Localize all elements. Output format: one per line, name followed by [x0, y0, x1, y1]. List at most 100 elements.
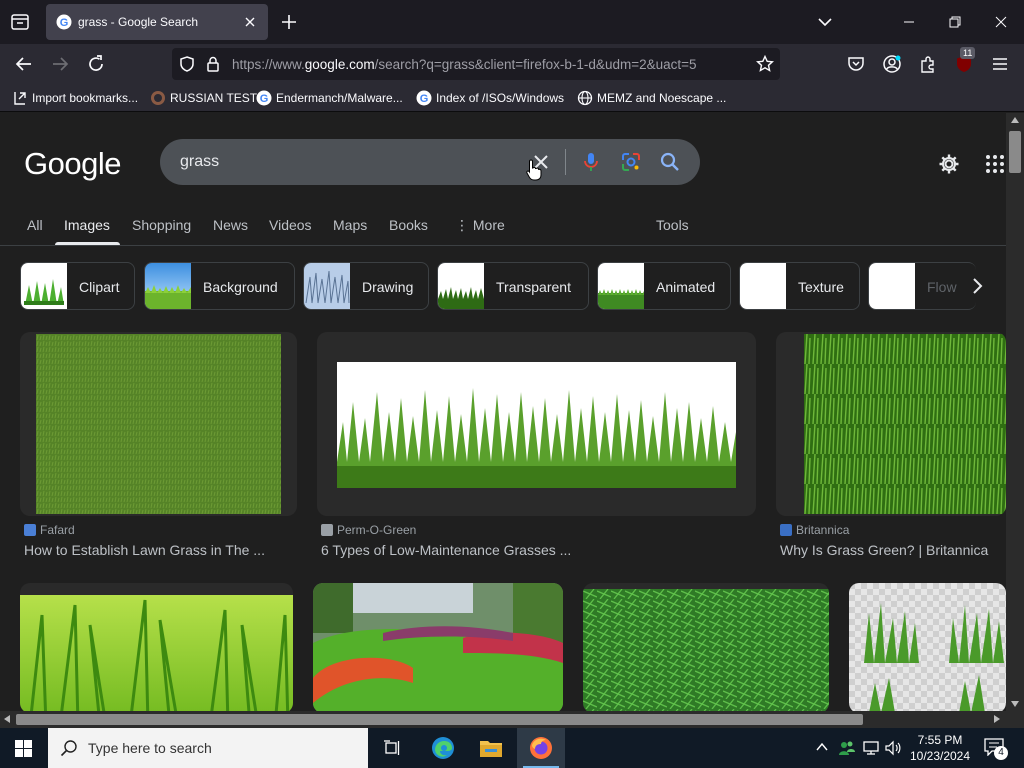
windows-taskbar: Type here to search 7:55 PM 10/23/2024 4 — [0, 728, 1024, 768]
scroll-left-arrow-icon[interactable] — [4, 715, 10, 723]
menu-hamburger-icon[interactable] — [990, 54, 1010, 74]
forward-arrow-icon[interactable] — [50, 54, 70, 74]
active-tab-indicator — [55, 242, 120, 245]
chevron-right-icon[interactable] — [965, 274, 989, 298]
reload-icon[interactable] — [86, 54, 106, 74]
horizontal-scroll-thumb[interactable] — [16, 714, 863, 725]
taskbar-edge[interactable] — [419, 728, 467, 768]
hand-cursor-icon — [526, 159, 542, 181]
close-tab-icon[interactable] — [242, 14, 258, 30]
search-box[interactable]: grass — [160, 139, 700, 185]
web-page: Google grass All Images Shopping News Vi… — [0, 113, 1006, 711]
task-view-button[interactable] — [368, 728, 416, 768]
extensions-icon[interactable] — [918, 54, 938, 74]
ublock-icon[interactable]: 11 — [954, 47, 976, 74]
chip-flower[interactable]: Flow — [868, 262, 976, 310]
search-input[interactable]: grass — [180, 153, 219, 171]
result-source: Britannica — [780, 523, 849, 537]
vertical-scroll-thumb[interactable] — [1009, 131, 1021, 173]
bookmark-import[interactable]: Import bookmarks... — [12, 90, 138, 106]
tab-more[interactable]: ⋮ More — [455, 217, 505, 234]
new-tab-icon[interactable] — [280, 13, 298, 31]
google-lens-icon[interactable] — [620, 151, 642, 173]
search-icon[interactable] — [659, 151, 681, 173]
tab-title: grass - Google Search — [78, 15, 199, 29]
chevron-down-icon[interactable] — [817, 14, 833, 30]
microphone-icon[interactable] — [580, 151, 602, 173]
apps-grid-icon[interactable] — [984, 153, 1006, 175]
bookmark-star-icon[interactable] — [755, 54, 775, 78]
result-source: Fafard — [24, 523, 75, 537]
extension-badge: 11 — [960, 47, 976, 59]
result-title[interactable]: How to Establish Lawn Grass in The ... — [24, 542, 265, 558]
svg-text:G: G — [260, 93, 269, 105]
result-title[interactable]: Why Is Grass Green? | Britannica — [780, 542, 988, 558]
search-tabs: All Images Shopping News Videos Maps Boo… — [0, 213, 1006, 246]
close-window-button[interactable] — [978, 0, 1024, 44]
taskbar-search-box[interactable]: Type here to search — [48, 728, 368, 768]
restore-button[interactable] — [932, 0, 978, 44]
clipart-thumbnail — [21, 263, 67, 309]
tab-books[interactable]: Books — [389, 217, 428, 233]
people-icon[interactable] — [838, 739, 856, 757]
bookmark-isos[interactable]: G Index of /ISOs/Windows — [416, 90, 564, 106]
pocket-icon[interactable] — [846, 54, 866, 74]
grass-texture-image — [583, 589, 829, 711]
bookmark-endermanch[interactable]: G Endermanch/Malware... — [256, 90, 403, 106]
result-title[interactable]: 6 Types of Low-Maintenance Grasses ... — [321, 542, 571, 558]
drawing-thumbnail — [304, 263, 350, 309]
clock-time: 7:55 PM — [917, 733, 963, 747]
task-view-icon — [384, 740, 400, 755]
network-icon[interactable] — [862, 740, 880, 756]
browser-tab-active[interactable]: G grass - Google Search — [46, 4, 268, 40]
horizontal-scrollbar[interactable] — [0, 711, 1006, 728]
chip-animated[interactable]: Animated — [597, 262, 731, 310]
tab-shopping[interactable]: Shopping — [132, 217, 191, 233]
grass-clumps-image — [849, 583, 1006, 711]
tab-maps[interactable]: Maps — [333, 217, 367, 233]
svg-text:G: G — [420, 93, 429, 105]
tab-news[interactable]: News — [213, 217, 248, 233]
chip-texture[interactable]: Texture — [739, 262, 860, 310]
account-icon[interactable] — [882, 54, 902, 74]
tab-all[interactable]: All — [27, 217, 43, 233]
scroll-down-arrow-icon[interactable] — [1011, 701, 1019, 707]
minimize-button[interactable] — [886, 0, 932, 44]
volume-icon[interactable] — [884, 740, 902, 756]
refinement-chips: Clipart Background Drawing Transparent A… — [20, 262, 1006, 310]
flower-thumbnail — [869, 263, 915, 309]
tab-videos[interactable]: Videos — [269, 217, 312, 233]
firefox-view-icon[interactable] — [8, 10, 32, 34]
lock-icon[interactable] — [205, 55, 221, 78]
taskbar-firefox[interactable] — [517, 728, 565, 768]
taskbar-clock[interactable]: 7:55 PM 10/23/2024 — [905, 732, 975, 764]
taskbar-file-explorer[interactable] — [467, 728, 515, 768]
clock-date: 10/23/2024 — [909, 749, 971, 763]
scroll-right-arrow-icon[interactable] — [994, 715, 1000, 723]
action-center-button[interactable]: 4 — [980, 728, 1024, 768]
address-bar[interactable]: https://www.google.com/search?q=grass&cl… — [172, 48, 780, 80]
bookmark-memz[interactable]: MEMZ and Noescape ... — [577, 90, 726, 106]
search-divider — [565, 149, 566, 175]
chip-transparent[interactable]: Transparent — [437, 262, 589, 310]
google-icon: G — [416, 90, 432, 106]
bright-grass-image — [20, 595, 293, 711]
vertical-scrollbar[interactable] — [1006, 113, 1024, 711]
firefox-icon — [530, 737, 552, 759]
windows-logo-icon — [15, 740, 32, 757]
back-arrow-icon[interactable] — [14, 54, 34, 74]
start-button[interactable] — [0, 728, 48, 768]
tab-images[interactable]: Images — [64, 217, 110, 233]
settings-gear-icon[interactable] — [938, 153, 960, 175]
google-logo[interactable]: Google — [24, 146, 121, 182]
bookmark-russian-test[interactable]: RUSSIAN TEST — [150, 90, 257, 106]
tools-button[interactable]: Tools — [656, 217, 689, 233]
chip-background[interactable]: Background — [144, 262, 295, 310]
chip-drawing[interactable]: Drawing — [303, 262, 429, 310]
chip-clipart[interactable]: Clipart — [20, 262, 135, 310]
shield-icon[interactable] — [178, 55, 196, 78]
url-text[interactable]: https://www.google.com/search?q=grass&cl… — [232, 57, 697, 72]
scroll-up-arrow-icon[interactable] — [1011, 117, 1019, 123]
bookmarks-toolbar: Import bookmarks... RUSSIAN TEST G Ender… — [0, 84, 1024, 112]
chevron-up-icon[interactable] — [816, 742, 828, 752]
